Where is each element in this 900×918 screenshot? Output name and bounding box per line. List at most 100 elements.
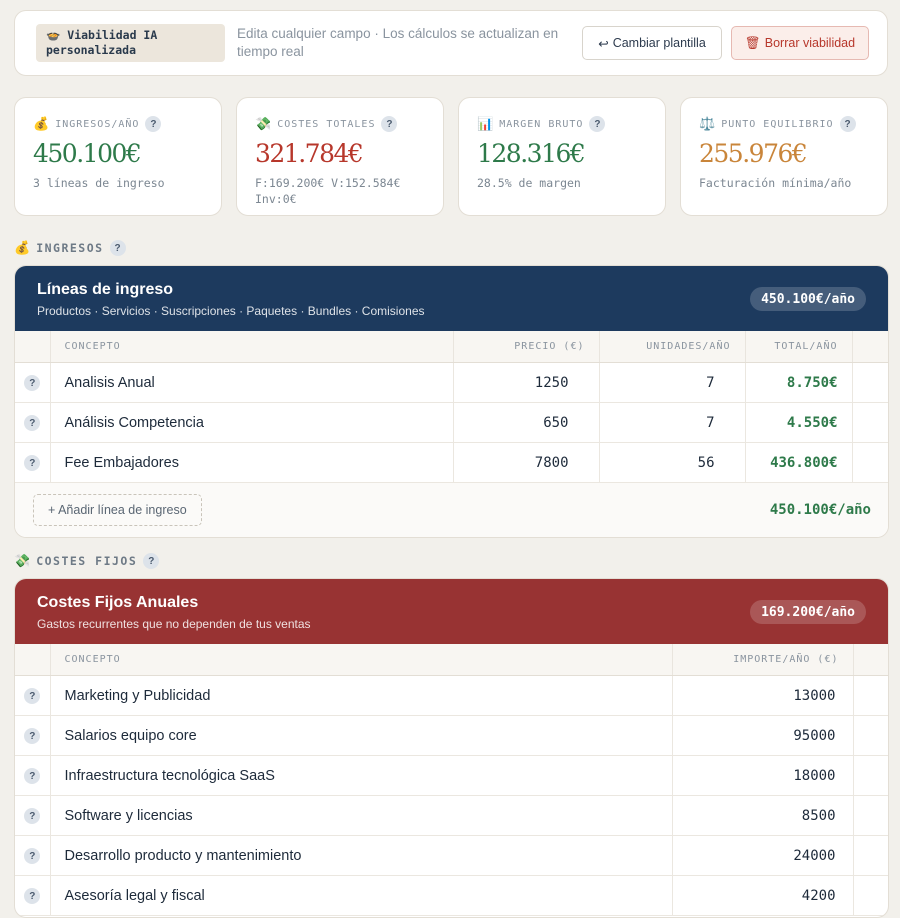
- concept-field[interactable]: Marketing y Publicidad: [50, 675, 673, 716]
- help-icon[interactable]: ?: [24, 808, 41, 825]
- help-icon[interactable]: ?: [381, 116, 398, 132]
- row-actions-cell: [853, 715, 888, 756]
- metric-card-revenue: 💰 INGRESOS/AÑO? 450.100€ 3 líneas de ingr…: [14, 97, 222, 216]
- table-row: ? Analisis Anual 1250 7 8.750€: [15, 362, 888, 403]
- fixed-costs-panel: Costes Fijos Anuales Gastos recurrentes …: [14, 578, 889, 918]
- viability-tag: 🍲 Viabilidad IA personalizada: [36, 24, 225, 62]
- amount-field[interactable]: 13000: [672, 675, 854, 716]
- concept-field[interactable]: Salarios equipo core: [50, 715, 673, 756]
- income-section-heading: 💰 INGRESOS ?: [14, 240, 126, 256]
- row-actions-cell: [853, 675, 888, 716]
- section-heading-label: COSTES FIJOS: [36, 554, 138, 568]
- amount-field[interactable]: 95000: [672, 715, 854, 756]
- amount-field[interactable]: 8500: [672, 795, 854, 836]
- units-field[interactable]: 7: [599, 362, 746, 403]
- edit-hint: Edita cualquier campo · Los cálculos se …: [237, 26, 559, 59]
- table-row: ? Software y licencias 8500: [15, 795, 888, 836]
- metric-value: 128.316€: [477, 139, 586, 168]
- amount-field[interactable]: 18000: [672, 755, 854, 796]
- row-total: 4.550€: [745, 402, 853, 443]
- help-column-header: [15, 331, 51, 363]
- row-total: 436.800€: [745, 442, 853, 483]
- help-icon[interactable]: ?: [839, 116, 856, 132]
- concept-field[interactable]: Fee Embajadores: [50, 442, 454, 483]
- table-row: ? Marketing y Publicidad 13000: [15, 675, 888, 716]
- help-icon[interactable]: ?: [24, 728, 41, 745]
- help-icon[interactable]: ?: [24, 455, 41, 472]
- metric-subtext: 3 líneas de ingreso: [33, 176, 165, 190]
- panel-subtitle: Gastos recurrentes que no dependen de tu…: [37, 617, 311, 631]
- concept-field[interactable]: Análisis Competencia: [50, 402, 454, 443]
- pot-icon: 🍲: [46, 28, 61, 42]
- total-pill: 169.200€/año: [750, 600, 866, 624]
- help-icon[interactable]: ?: [145, 116, 162, 132]
- help-icon[interactable]: ?: [24, 768, 41, 785]
- fixed-costs-section-heading: 💸 COSTES FIJOS ?: [14, 553, 160, 569]
- amount-field[interactable]: 4200: [672, 875, 854, 916]
- panel-subtitle: Productos · Servicios · Suscripciones · …: [37, 304, 425, 318]
- money-bag-icon: 💰: [33, 116, 50, 132]
- concept-field[interactable]: Asesoría legal y fiscal: [50, 875, 673, 916]
- amount-field[interactable]: 24000: [672, 835, 854, 876]
- metric-card-total-costs: 💸 COSTES TOTALES? 321.784€ F:169.200€ V:1…: [236, 97, 444, 216]
- metric-subtext: F:169.200€ V:152.584€ Inv:0€: [255, 176, 401, 206]
- fixed-costs-panel-header: Costes Fijos Anuales Gastos recurrentes …: [15, 579, 888, 644]
- units-field[interactable]: 56: [599, 442, 746, 483]
- income-footer-total: 450.100€/año: [769, 502, 871, 518]
- concept-field[interactable]: Desarrollo producto y mantenimiento: [50, 835, 673, 876]
- table-row: ? Infraestructura tecnológica SaaS 18000: [15, 755, 888, 796]
- scale-icon: ⚖️: [699, 116, 716, 132]
- income-table: CONCEPTO PRECIO (€) UNIDADES/AÑO TOTAL/A…: [15, 331, 888, 483]
- income-panel-header: Líneas de ingreso Productos · Servicios …: [15, 266, 888, 331]
- row-actions-cell: [853, 755, 888, 796]
- concept-field[interactable]: Infraestructura tecnológica SaaS: [50, 755, 673, 796]
- help-column-header: [15, 644, 51, 676]
- column-header-units: UNIDADES/AÑO: [599, 331, 746, 363]
- change-template-label: Cambiar plantilla: [612, 36, 706, 50]
- table-row: ? Análisis Competencia 650 7 4.550€: [15, 402, 888, 443]
- add-income-line-button[interactable]: + Añadir línea de ingreso: [33, 494, 202, 526]
- metric-subtext: Facturación mínima/año: [699, 176, 852, 190]
- help-icon[interactable]: ?: [24, 415, 41, 432]
- column-header-price: PRECIO (€): [453, 331, 600, 363]
- delete-viability-button[interactable]: 🗑 Borrar viabilidad: [731, 26, 869, 60]
- trash-icon: 🗑: [744, 35, 761, 50]
- help-icon[interactable]: ?: [24, 888, 41, 905]
- money-wings-icon: 💸: [14, 553, 31, 569]
- price-field[interactable]: 1250: [453, 362, 600, 403]
- delete-viability-label: Borrar viabilidad: [764, 36, 856, 50]
- help-icon[interactable]: ?: [24, 848, 41, 865]
- metric-label: INGRESOS/AÑO: [55, 118, 140, 130]
- table-row: ? Desarrollo producto y mantenimiento 24…: [15, 835, 888, 876]
- row-actions-cell: [853, 875, 888, 916]
- help-icon[interactable]: ?: [589, 116, 606, 132]
- concept-field[interactable]: Software y licencias: [50, 795, 673, 836]
- price-field[interactable]: 7800: [453, 442, 600, 483]
- help-icon[interactable]: ?: [24, 688, 41, 705]
- concept-field[interactable]: Analisis Anual: [50, 362, 454, 403]
- money-wings-icon: 💸: [255, 116, 272, 132]
- table-row: ? Asesoría legal y fiscal 4200: [15, 875, 888, 916]
- metric-value: 255.976€: [699, 139, 808, 168]
- row-actions-cell: [853, 835, 888, 876]
- help-icon[interactable]: ?: [143, 553, 160, 569]
- column-header-amount: IMPORTE/AÑO (€): [672, 644, 854, 676]
- change-template-button[interactable]: ↩ Cambiar plantilla: [582, 26, 722, 60]
- units-field[interactable]: 7: [599, 402, 746, 443]
- row-actions-cell: [853, 795, 888, 836]
- income-panel-footer: + Añadir línea de ingreso 450.100€/año: [15, 483, 888, 537]
- metric-label: COSTES TOTALES: [277, 118, 376, 130]
- help-icon[interactable]: ?: [109, 240, 126, 256]
- row-total: 8.750€: [745, 362, 853, 403]
- column-header-total: TOTAL/AÑO: [745, 331, 853, 363]
- viability-tag-label: Viabilidad IA personalizada: [46, 28, 158, 57]
- help-icon[interactable]: ?: [24, 375, 41, 392]
- total-pill: 450.100€/año: [750, 287, 866, 311]
- table-row: ? Salarios equipo core 95000: [15, 715, 888, 756]
- actions-column-header: [853, 644, 888, 676]
- income-panel: Líneas de ingreso Productos · Servicios …: [14, 265, 889, 538]
- return-arrow-icon: ↩: [598, 36, 609, 51]
- price-field[interactable]: 650: [453, 402, 600, 443]
- table-row: ? Fee Embajadores 7800 56 436.800€: [15, 442, 888, 483]
- metric-value: 321.784€: [255, 139, 364, 168]
